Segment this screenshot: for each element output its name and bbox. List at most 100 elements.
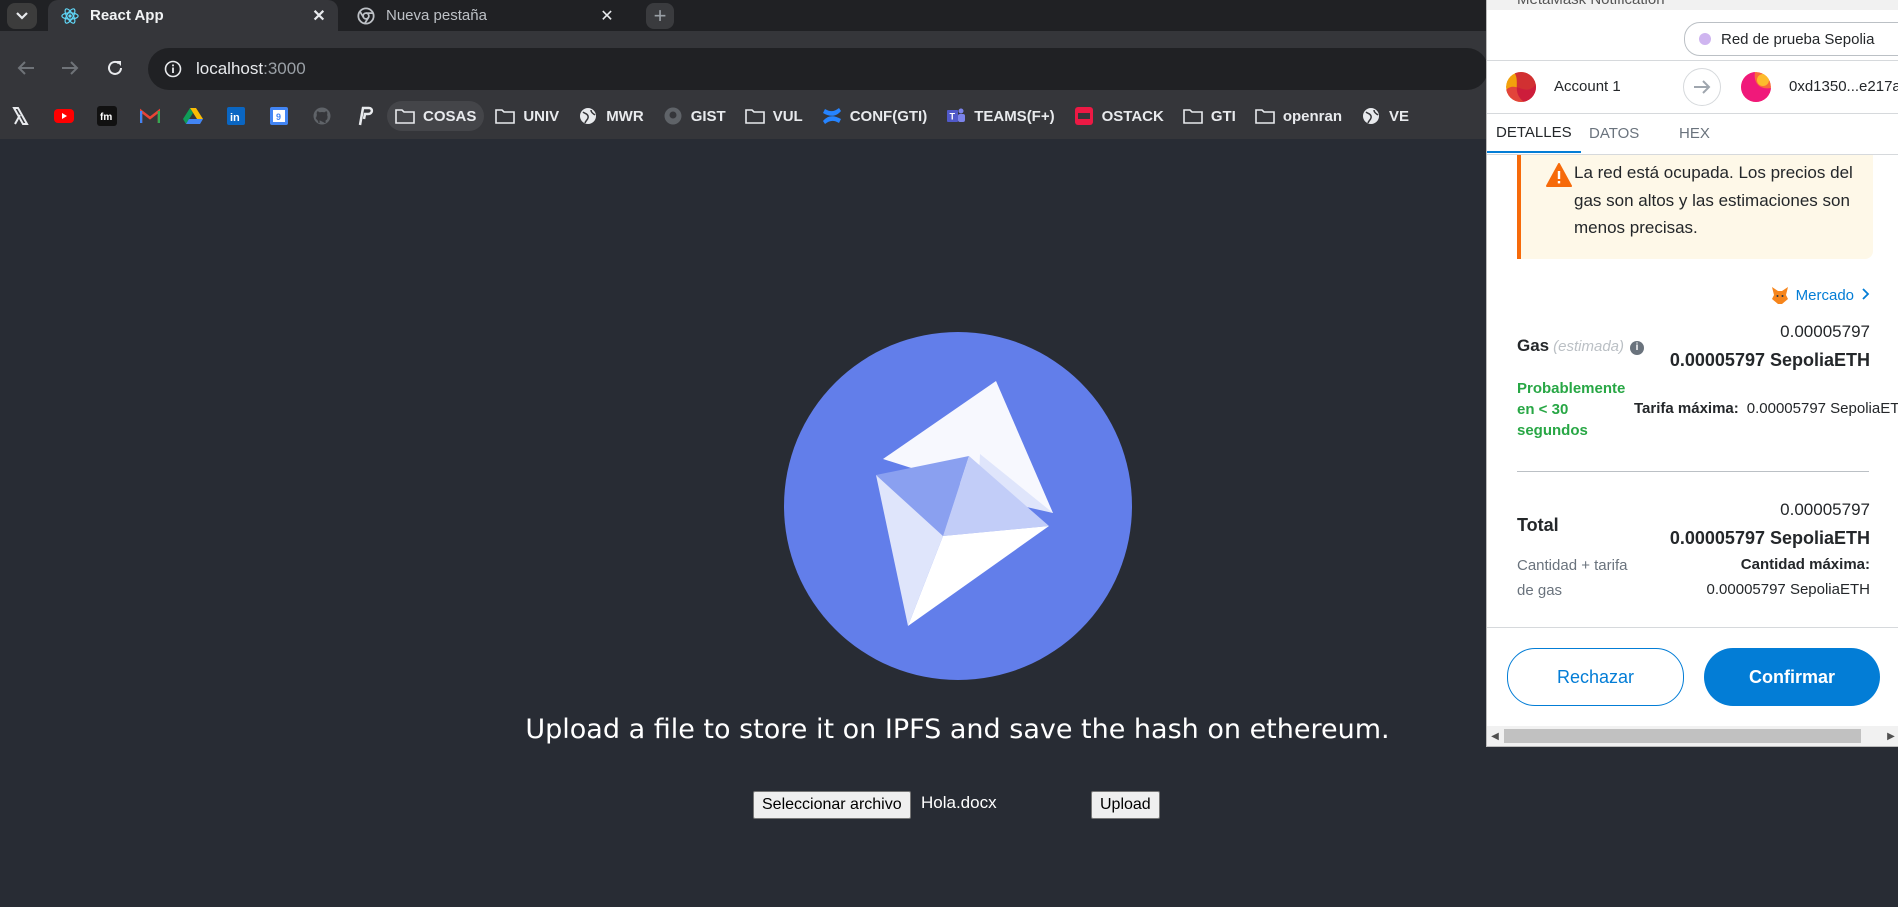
folder-icon: [495, 106, 516, 126]
bookmark-gist[interactable]: GIST: [655, 101, 734, 131]
account-transfer-row: Account 1 0xd1350...e217a: [1487, 60, 1898, 114]
bookmark-fm[interactable]: fm: [86, 101, 128, 131]
bookmark-github[interactable]: [301, 101, 343, 131]
forward-button[interactable]: [56, 54, 84, 82]
tab-datos[interactable]: DATOS: [1589, 113, 1639, 153]
tab-react-app[interactable]: React App ✕: [48, 0, 338, 31]
max-fee-row: Tarifa máxima: 0.00005797 SepoliaETH: [1634, 400, 1898, 417]
bookmark-linkedin[interactable]: in: [215, 101, 257, 131]
tab-search-button[interactable]: [7, 3, 37, 29]
reject-button[interactable]: Rechazar: [1507, 648, 1684, 706]
amount-plus-gas-label: Cantidad + tarifa de gas: [1517, 557, 1628, 599]
close-tab-icon[interactable]: ✕: [308, 5, 330, 27]
fox-icon: [1771, 287, 1788, 304]
tab-title: React App: [90, 7, 164, 24]
svg-text:in: in: [230, 112, 240, 124]
window-title: MetaMask Notification: [1517, 0, 1665, 8]
max-fee-value: 0.00005797 SepoliaETH: [1746, 400, 1898, 417]
folder-icon: [1183, 106, 1203, 126]
bookmark-paypal[interactable]: [344, 101, 386, 131]
linkedin-icon: in: [226, 106, 246, 126]
scrollbar-thumb[interactable]: [1504, 729, 1861, 743]
close-tab-icon[interactable]: ✕: [596, 5, 618, 27]
bookmark-folder-openran[interactable]: openran: [1247, 101, 1350, 131]
max-fee-label: Tarifa máxima:: [1634, 400, 1739, 417]
url-port: :3000: [263, 59, 306, 78]
bookmark-ve[interactable]: VE: [1353, 101, 1417, 131]
chevron-right-icon: [1862, 287, 1870, 304]
bookmark-label: MWR: [606, 107, 644, 125]
bookmark-teams[interactable]: T TEAMS(F+): [938, 101, 1062, 131]
react-icon: [60, 6, 80, 26]
bookmark-drive[interactable]: [172, 101, 214, 131]
time-estimate: Probablemente en < 30 segundos: [1517, 380, 1626, 439]
bookmark-label: VE: [1389, 107, 1410, 125]
info-icon[interactable]: i: [1630, 340, 1644, 355]
horizontal-scrollbar[interactable]: ◀ ▶: [1487, 726, 1898, 746]
tab-detalles[interactable]: DETALLES: [1487, 113, 1581, 153]
total-value: 0.00005797: [1780, 500, 1870, 519]
arrow-left-icon: [17, 61, 34, 75]
svg-text:9: 9: [276, 112, 281, 122]
teams-icon: T: [946, 106, 966, 126]
url-text[interactable]: localhost:3000: [196, 59, 306, 79]
gas-label: Gas (estimada) i: [1517, 336, 1644, 356]
network-selector[interactable]: Red de prueba Sepolia: [1684, 22, 1898, 56]
new-tab-button[interactable]: +: [646, 3, 674, 29]
arrow-right-icon: [62, 61, 79, 75]
arrow-right-icon: [1694, 80, 1711, 94]
svg-text:fm: fm: [100, 112, 112, 123]
site-info-icon[interactable]: [162, 58, 184, 80]
to-account-address[interactable]: 0xd1350...e217a: [1789, 78, 1898, 95]
bookmark-label: GTI: [1210, 107, 1236, 125]
total-label: Total: [1517, 515, 1559, 535]
max-amount-value: 0.00005797 SepoliaETH: [1706, 581, 1870, 598]
bookmark-calendar[interactable]: 9: [258, 101, 300, 131]
svg-text:T: T: [950, 112, 956, 122]
bookmark-label: openran: [1282, 107, 1343, 125]
chrome-icon: [356, 6, 376, 26]
tab-nueva-pestana[interactable]: Nueva pestaña ✕: [344, 0, 626, 31]
metamask-window-titlebar: MetaMask Notification: [1487, 0, 1898, 10]
metamask-tabs: DETALLES DATOS HEX: [1487, 113, 1898, 155]
bookmark-label: TEAMS(F+): [974, 107, 1055, 125]
bookmark-folder-univ[interactable]: UNIV: [487, 101, 567, 131]
market-label: Mercado: [1795, 286, 1854, 304]
from-account-name[interactable]: Account 1: [1554, 78, 1621, 95]
github-icon: [312, 106, 332, 126]
scroll-left-icon[interactable]: ◀: [1489, 728, 1501, 744]
confirm-button[interactable]: Confirmar: [1704, 648, 1880, 706]
to-account-avatar: [1741, 72, 1771, 102]
bookmark-conf-gti[interactable]: CONF(GTI): [814, 101, 935, 131]
max-amount-label: Cantidad máxima:: [1740, 556, 1870, 573]
back-button[interactable]: [12, 54, 40, 82]
market-link[interactable]: Mercado: [1770, 285, 1870, 305]
reload-icon: [108, 60, 122, 75]
gas-estimated-label: (estimada): [1553, 338, 1624, 355]
globe-icon: [1361, 106, 1381, 126]
openstack-icon: [1074, 106, 1094, 126]
bookmark-label: CONF(GTI): [849, 107, 928, 125]
bookmark-gmail[interactable]: [129, 101, 171, 131]
gas-label-text: Gas: [1517, 336, 1550, 355]
bookmark-folder-gti[interactable]: GTI: [1175, 101, 1244, 131]
selected-file-name: Hola.docx: [921, 793, 997, 812]
tab-hex[interactable]: HEX: [1679, 113, 1710, 153]
bookmark-lambda[interactable]: [0, 101, 42, 131]
reload-button[interactable]: [101, 54, 129, 82]
footer-divider: [1487, 627, 1898, 628]
upload-button[interactable]: Upload: [1091, 791, 1160, 819]
bookmark-ostack[interactable]: OSTACK: [1066, 101, 1172, 131]
globe-icon: [578, 106, 598, 126]
transfer-arrow: [1683, 68, 1721, 106]
bookmark-youtube[interactable]: [43, 101, 85, 131]
address-bar[interactable]: localhost:3000: [148, 48, 1488, 90]
choose-file-button[interactable]: Seleccionar archivo: [753, 791, 911, 819]
scroll-right-icon[interactable]: ▶: [1885, 728, 1897, 744]
bookmark-mwr[interactable]: MWR: [570, 101, 652, 131]
bookmark-label: UNIV: [523, 107, 560, 125]
bookmark-folder-cosas[interactable]: COSAS: [387, 101, 485, 131]
bookmark-folder-vul[interactable]: VUL: [737, 101, 811, 131]
from-account-avatar: [1506, 72, 1536, 102]
warning-icon: [1546, 163, 1572, 187]
